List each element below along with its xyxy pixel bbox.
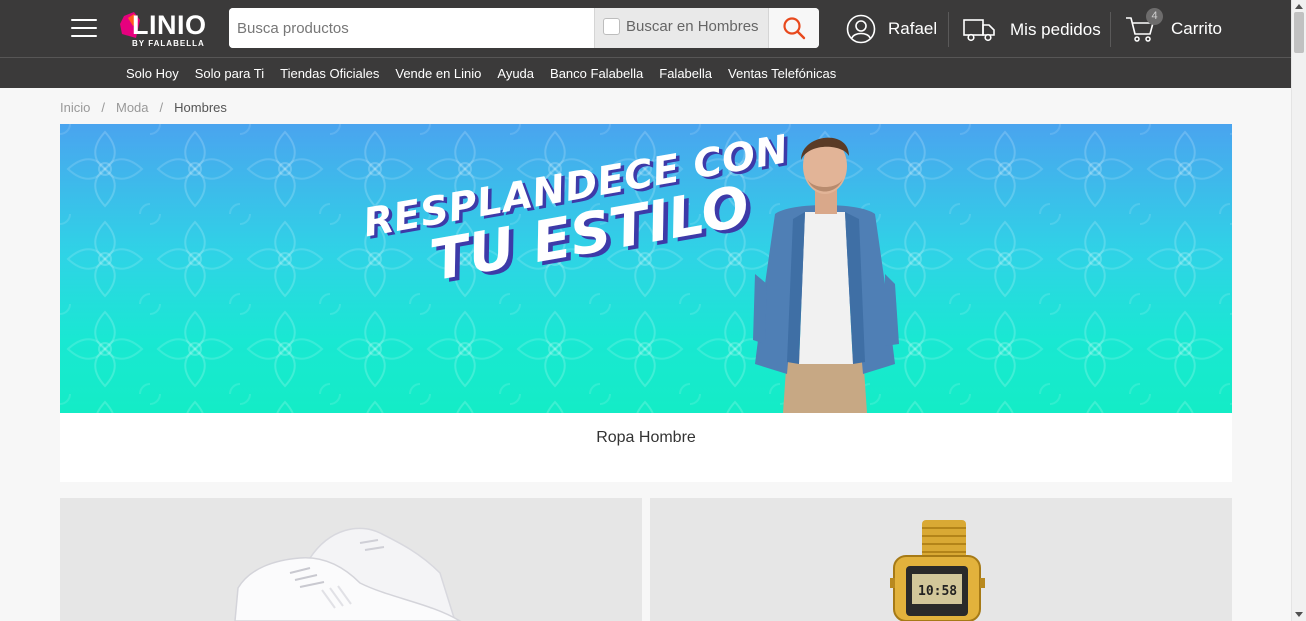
cart-label: Carrito: [1171, 19, 1223, 38]
search-scope-label: Buscar en Hombres: [626, 18, 759, 35]
cart-count-badge: 4: [1146, 8, 1163, 25]
logo-subtext: BY FALABELLA: [132, 39, 205, 48]
breadcrumb: Inicio / Moda / Hombres: [60, 100, 227, 115]
category-tile-watches[interactable]: 10:58: [650, 498, 1232, 621]
svg-text:10:58: 10:58: [918, 584, 957, 599]
cart-button[interactable]: 4 Carrito: [1125, 8, 1223, 46]
hero-caption: Ropa Hombre: [60, 413, 1232, 482]
search-scope-toggle[interactable]: Buscar en Hombres: [594, 8, 769, 48]
truck-icon: [963, 19, 995, 42]
search-bar: Buscar en Hombres: [229, 8, 819, 48]
top-header: LINIO BY FALABELLA Buscar en Hombres Raf…: [0, 0, 1291, 57]
category-tile-sneakers[interactable]: [60, 498, 642, 621]
user-account-button[interactable]: Rafael: [846, 13, 937, 45]
user-icon: [846, 14, 876, 44]
my-orders-label: Mis pedidos: [1010, 20, 1101, 39]
hero-caption-link[interactable]: Ropa Hombre: [596, 429, 696, 447]
scrollbar-thumb[interactable]: [1294, 12, 1304, 53]
breadcrumb-current: Hombres: [174, 100, 227, 115]
page-scrollbar[interactable]: [1291, 0, 1306, 621]
nav-item-solo-para-ti[interactable]: Solo para Ti: [187, 66, 272, 81]
search-icon: [783, 17, 806, 40]
search-input[interactable]: [229, 8, 594, 48]
search-button[interactable]: [769, 8, 819, 48]
hamburger-menu-icon[interactable]: [71, 19, 97, 37]
linio-logo[interactable]: LINIO BY FALABELLA: [120, 8, 216, 50]
nav-item-solo-hoy[interactable]: Solo Hoy: [118, 66, 187, 81]
nav-item-tiendas-oficiales[interactable]: Tiendas Oficiales: [272, 66, 387, 81]
logo-text: LINIO: [132, 10, 207, 40]
nav-item-falabella[interactable]: Falabella: [651, 66, 720, 81]
breadcrumb-separator: /: [101, 100, 105, 115]
user-name: Rafael: [888, 19, 938, 38]
search-scope-checkbox[interactable]: [603, 18, 620, 35]
nav-item-vende-en-linio[interactable]: Vende en Linio: [387, 66, 489, 81]
nav-item-banco-falabella[interactable]: Banco Falabella: [542, 66, 651, 81]
header-divider: [948, 12, 949, 47]
nav-item-ayuda[interactable]: Ayuda: [489, 66, 542, 81]
breadcrumb-moda[interactable]: Moda: [116, 100, 149, 115]
secondary-nav: Solo Hoy Solo para Ti Tiendas Oficiales …: [0, 57, 1291, 88]
sneaker-image: [234, 527, 462, 621]
male-model-image: [753, 137, 899, 413]
scroll-up-arrow-icon[interactable]: [1295, 4, 1303, 9]
breadcrumb-inicio[interactable]: Inicio: [60, 100, 90, 115]
header-divider: [1110, 12, 1111, 47]
gold-watch-image: 10:58: [890, 520, 985, 621]
nav-item-ventas-telefonicas[interactable]: Ventas Telefónicas: [720, 66, 844, 81]
hero-banner[interactable]: RESPLANDECE CON TU ESTILO: [60, 124, 1232, 413]
breadcrumb-separator: /: [159, 100, 164, 115]
scroll-down-arrow-icon[interactable]: [1295, 612, 1303, 617]
my-orders-button[interactable]: Mis pedidos: [963, 15, 1101, 45]
